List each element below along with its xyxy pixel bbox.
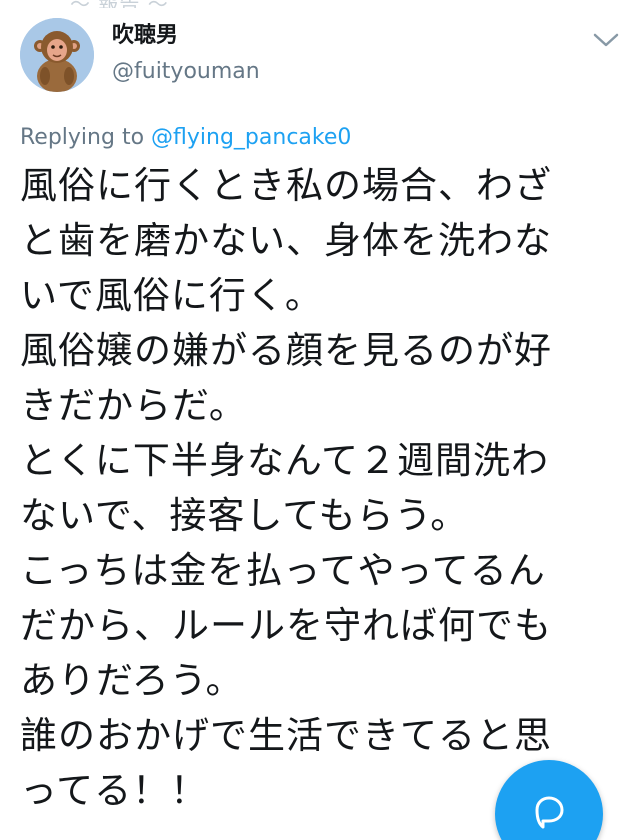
chevron-down-icon[interactable] xyxy=(592,28,620,52)
previous-tweet-fragment: ～ 報告 ～ xyxy=(70,0,169,8)
display-name[interactable]: 吹聴男 xyxy=(112,22,178,50)
tweet-line: こっちは金を払ってやってるん xyxy=(20,549,546,592)
replying-to-line: Replying to @flying_pancake0 xyxy=(20,123,351,153)
tweet-text: 風俗に行くとき私の場合、わざ と歯を磨かない、身体を洗わな いで風俗に行く。 風… xyxy=(20,158,620,818)
tweet-line: 風俗に行くとき私の場合、わざ xyxy=(20,164,552,207)
avatar[interactable] xyxy=(20,18,94,92)
monkey-avatar-icon xyxy=(20,18,94,92)
reply-bubble-icon xyxy=(535,796,564,829)
tweet-line: ありだろう。 xyxy=(20,659,244,702)
tweet-line: 誰のおかげで生活できてると思 xyxy=(20,714,552,757)
tweet-line: ないで、接客してもらう。 xyxy=(20,494,469,537)
tweet-detail-screen: ～ 報告 ～ 吹聴男 @fuityouman xyxy=(0,0,640,840)
tweet-line: 風俗嬢の嫌がる顔を見るのが好 xyxy=(20,329,552,372)
user-handle[interactable]: @fuityouman xyxy=(112,58,260,86)
replying-to-label: Replying to xyxy=(20,125,145,150)
reply-mention-link[interactable]: @flying_pancake0 xyxy=(151,125,351,150)
tweet-line: きだからだ。 xyxy=(20,384,247,427)
tweet-line: とくに下半身なんて２週間洗わ xyxy=(20,439,550,482)
tweet-line: だから、ルールを守れば何でも xyxy=(20,604,552,647)
tweet-line: いで風俗に行く。 xyxy=(20,274,323,317)
tweet-line: と歯を磨かない、身体を洗わな xyxy=(20,219,552,262)
